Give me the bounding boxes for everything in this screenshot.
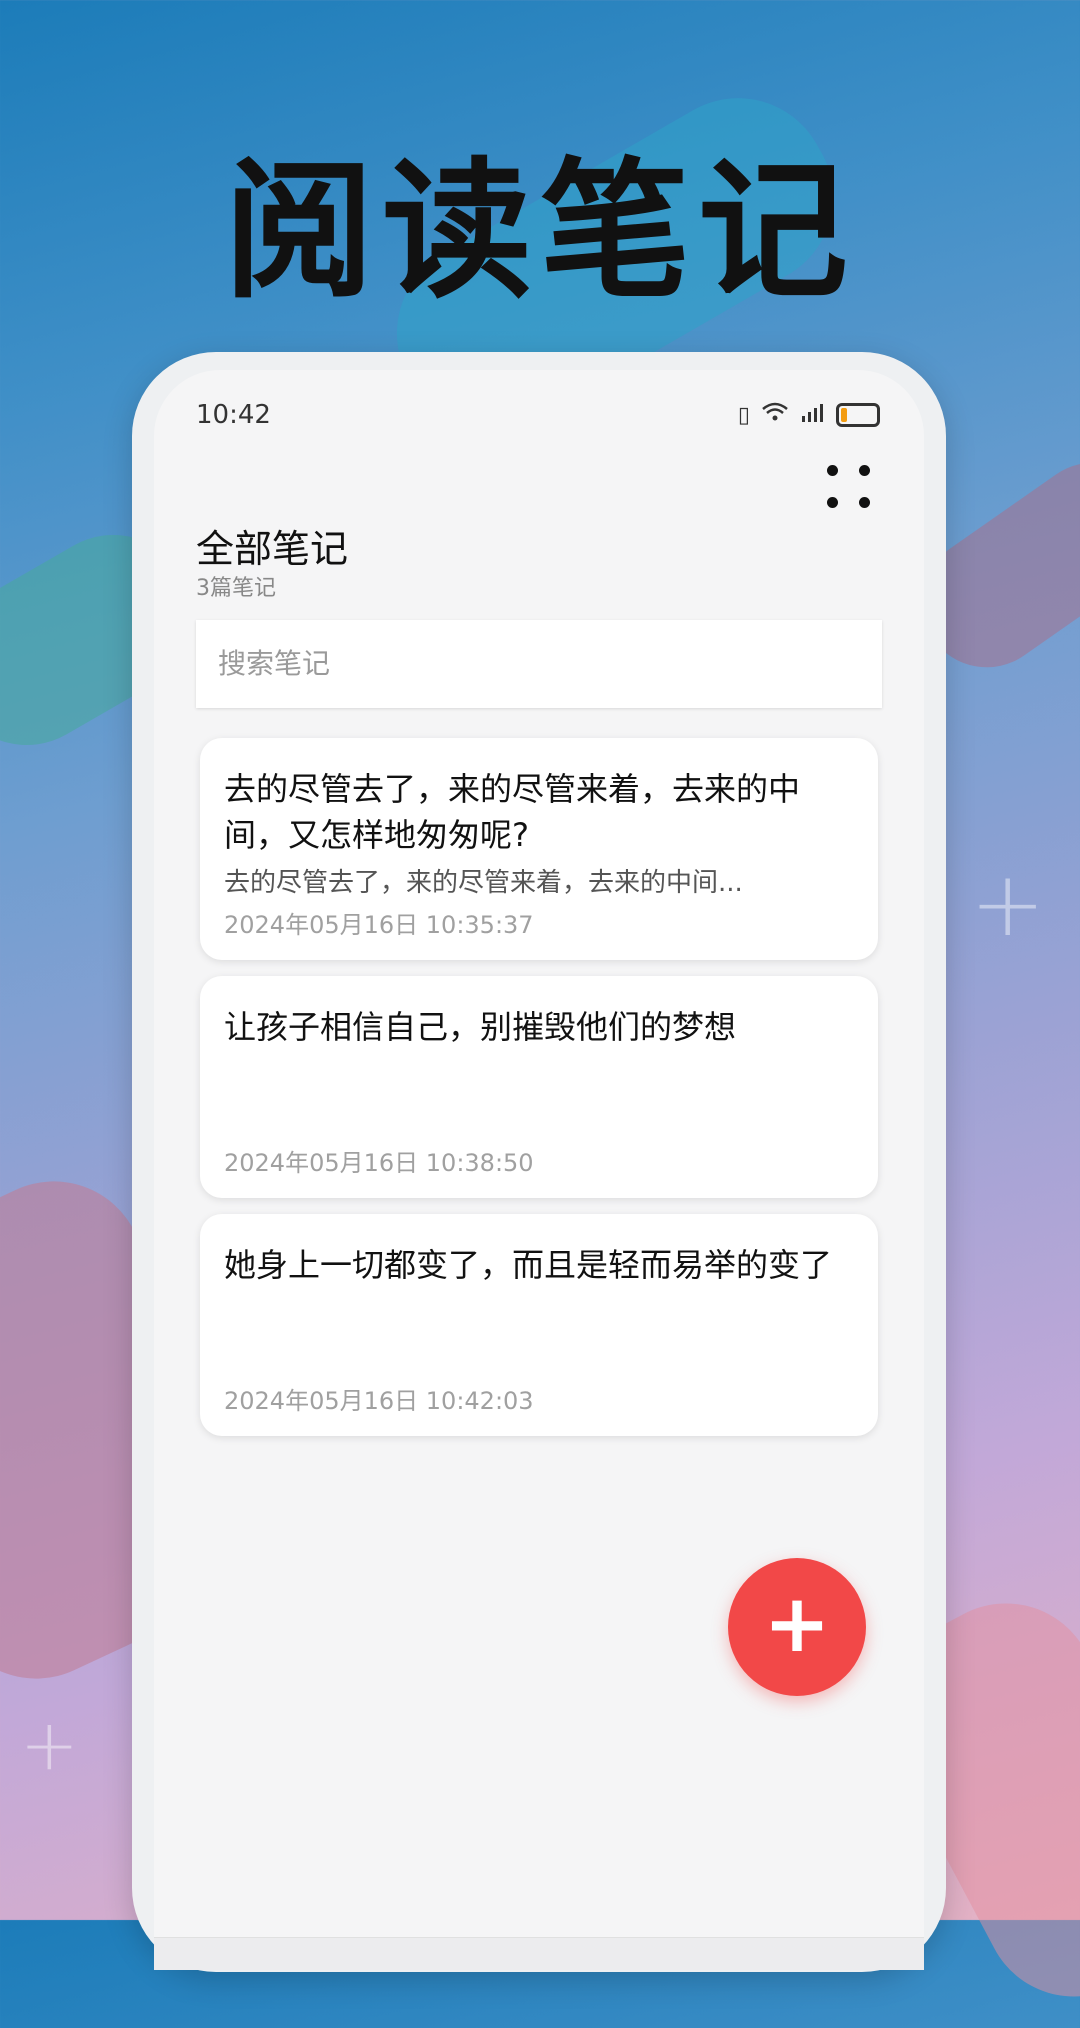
page-title: 全部笔记 xyxy=(196,527,349,571)
add-note-button[interactable]: + xyxy=(728,1558,866,1696)
phone-frame: 10:42 ▯ 全部笔记 3篇笔记 去的尽管去了，来的尽管来着，去来的中间，又怎… xyxy=(132,352,946,1972)
vibrate-icon: ▯ xyxy=(737,402,750,428)
note-card[interactable]: 让孩子相信自己，别摧毁他们的梦想 2024年05月16日 10:38:50 xyxy=(200,976,878,1198)
battery-icon xyxy=(836,403,880,427)
note-preview: 去的尽管去了，来的尽管来着，去来的中间... xyxy=(224,868,743,898)
search-input[interactable] xyxy=(196,620,882,708)
plus-decoration-icon: + xyxy=(970,852,1046,957)
promo-headline: 阅读笔记 xyxy=(223,145,856,319)
status-bar: 10:42 ▯ xyxy=(190,390,880,450)
note-title: 去的尽管去了，来的尽管来着，去来的中间，又怎样地匆匆呢? xyxy=(224,770,801,854)
plus-decoration-icon: + xyxy=(20,1704,79,1786)
signal-icon xyxy=(800,402,824,428)
status-icons: ▯ xyxy=(738,402,880,428)
note-date: 2024年05月16日 10:38:50 xyxy=(224,1149,534,1177)
note-title: 让孩子相信自己，别摧毁他们的梦想 xyxy=(224,1008,737,1046)
note-card[interactable]: 去的尽管去了，来的尽管来着，去来的中间，又怎样地匆匆呢? 去的尽管去了，来的尽管… xyxy=(200,738,878,960)
note-title: 她身上一切都变了，而且是轻而易举的变了 xyxy=(224,1246,833,1284)
more-grid-icon[interactable] xyxy=(822,460,878,516)
note-list: 去的尽管去了，来的尽管来着，去来的中间，又怎样地匆匆呢? 去的尽管去了，来的尽管… xyxy=(200,738,878,1452)
note-card[interactable]: 她身上一切都变了，而且是轻而易举的变了 2024年05月16日 10:42:03 xyxy=(200,1214,878,1436)
note-date: 2024年05月16日 10:42:03 xyxy=(224,1387,534,1415)
app-screen: 10:42 ▯ 全部笔记 3篇笔记 去的尽管去了，来的尽管来着，去来的中间，又怎… xyxy=(154,370,924,1970)
note-date: 2024年05月16日 10:35:37 xyxy=(224,911,534,939)
bottom-bar xyxy=(154,1937,924,1970)
note-count: 3篇笔记 xyxy=(196,576,276,601)
status-time: 10:42 xyxy=(196,400,271,430)
wifi-icon xyxy=(762,402,788,428)
